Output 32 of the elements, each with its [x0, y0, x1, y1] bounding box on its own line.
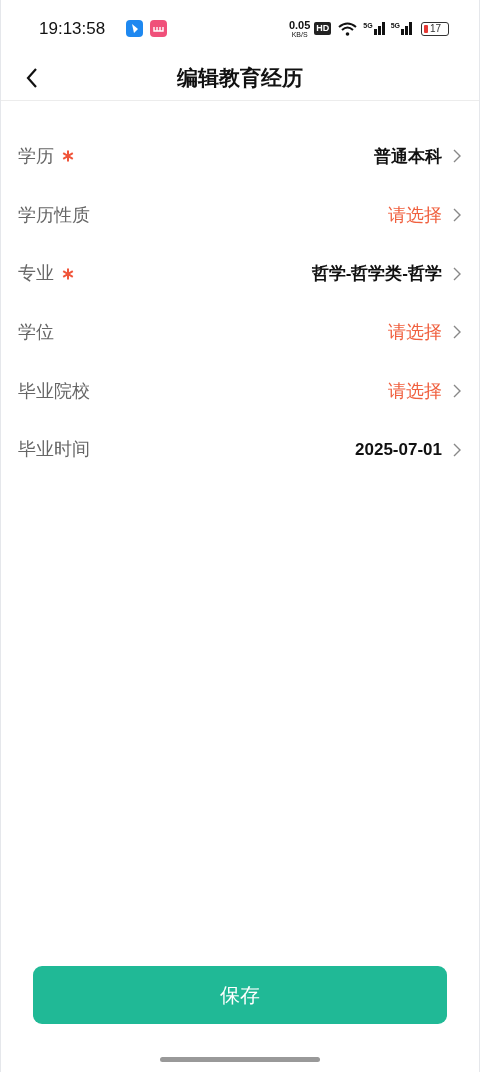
chevron-right-icon [453, 266, 461, 281]
chevron-right-icon [453, 149, 461, 164]
status-time: 19:13:58 [39, 17, 106, 40]
app-icon [126, 20, 144, 37]
form-row[interactable]: 学历 普通本科 [1, 127, 479, 186]
field-label: 毕业院校 [18, 379, 90, 403]
field-label: 专业 [18, 262, 54, 286]
field-label: 学历性质 [18, 203, 90, 227]
field-placeholder: 请选择 [388, 379, 442, 403]
field-placeholder: 请选择 [388, 320, 442, 344]
page-title: 编辑教育经历 [177, 64, 303, 91]
chevron-right-icon [453, 325, 461, 340]
battery-level: 17 [430, 23, 442, 34]
field-label: 学位 [18, 320, 54, 344]
form-row[interactable]: 学历性质 请选择 [1, 185, 479, 245]
form-row[interactable]: 毕业院校 请选择 [1, 361, 479, 421]
field-placeholder: 请选择 [388, 203, 442, 227]
field-value: 普通本科 [374, 145, 442, 168]
field-label: 毕业时间 [18, 438, 90, 462]
field-value: 哲学-哲学类-哲学 [311, 262, 442, 285]
form-row[interactable]: 毕业时间 2025-07-01 [1, 420, 479, 480]
chevron-right-icon [453, 208, 461, 223]
hd-badge: HD [314, 22, 332, 35]
form-row[interactable]: 专业 哲学-哲学类-哲学 [1, 244, 479, 304]
app-icon [150, 20, 168, 37]
field-label: 学历 [18, 144, 54, 168]
chevron-right-icon [453, 442, 461, 457]
wifi-icon [338, 21, 358, 36]
network-speed: 0.05 [288, 19, 311, 31]
chevron-right-icon [453, 384, 461, 399]
form-row[interactable]: 学位 请选择 [1, 303, 479, 362]
field-value: 2025-07-01 [355, 439, 442, 462]
